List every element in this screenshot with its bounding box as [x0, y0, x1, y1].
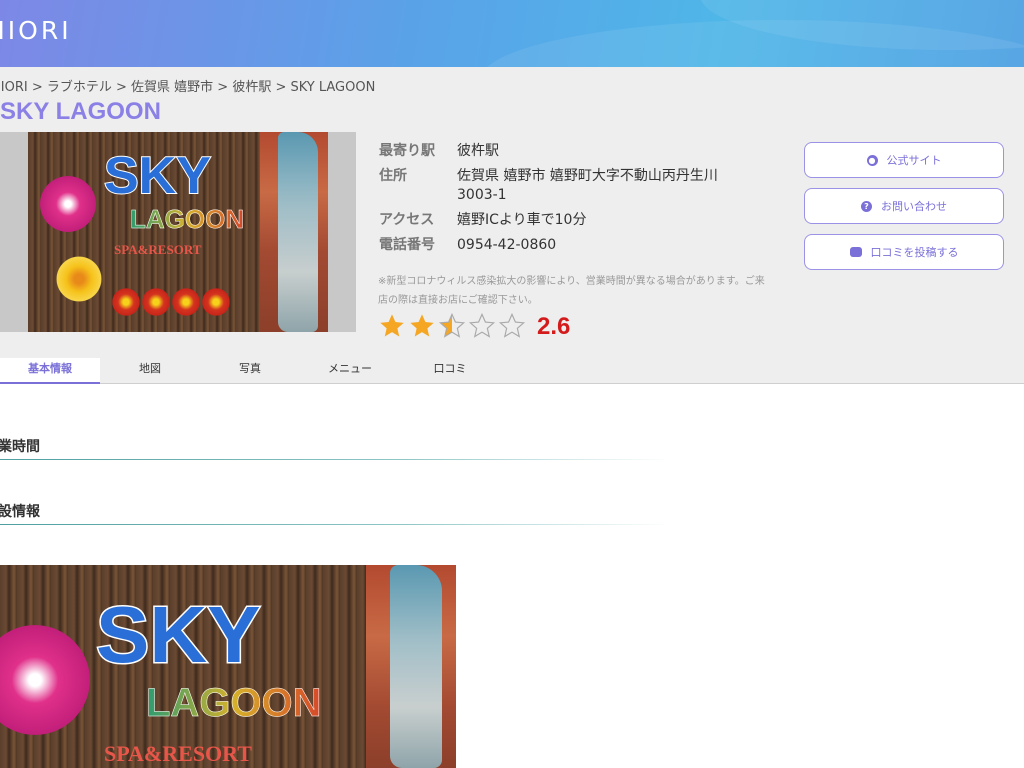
info-row-phone: 電話番号 0954-42-0860: [379, 236, 769, 255]
section-title-facility: 施設情報: [0, 504, 40, 520]
info-value: 嬉野ICより車で10分: [457, 212, 587, 228]
breadcrumb[interactable]: HIORI > ラブホテル > 佐賀県 嬉野市 > 彼杵駅 > SKY LAGO…: [0, 76, 375, 95]
signboard-image: SKY LAGOON SPA&RESORT: [28, 132, 328, 332]
rating-score: 2.6: [537, 313, 571, 340]
section-divider: [0, 524, 670, 525]
waterfall-decoration: [390, 565, 442, 768]
info-row-access: アクセス 嬉野ICより車で10分: [379, 211, 769, 230]
star-empty-icon: [498, 312, 528, 342]
flower-image: [112, 288, 140, 316]
tab-reviews[interactable]: 口コミ: [400, 358, 500, 384]
flower-image: [142, 288, 170, 316]
site-header: HIORI: [0, 0, 1024, 67]
button-label: お問い合わせ: [881, 200, 947, 213]
sign-spa-text: SPA&RESORT: [114, 242, 202, 257]
info-label: 電話番号: [379, 237, 435, 253]
star-full-icon: [378, 312, 408, 342]
question-icon: ?: [861, 200, 872, 212]
info-label: 最寄り駅: [379, 143, 435, 159]
official-site-button[interactable]: ● 公式サイト: [804, 142, 1004, 178]
post-review-button[interactable]: 口コミを投稿する: [804, 234, 1004, 270]
globe-icon: ●: [866, 154, 878, 166]
sign-lagoon-text: LAGOON: [146, 681, 322, 726]
info-label: 住所: [379, 168, 407, 184]
section-divider: [0, 459, 670, 460]
covid-notice: ※新型コロナウィルス感染拡大の影響により、営業時間が異なる場合があります。ご来店…: [378, 276, 765, 306]
hibiscus-image: [0, 625, 90, 735]
page-title: SKY LAGOON: [0, 98, 161, 125]
info-label: アクセス: [379, 212, 435, 228]
hotel-info-table: 最寄り駅 彼杵駅 住所 佐賀県 嬉野市 嬉野町大字不動山丙丹生川3003-1 ア…: [379, 142, 769, 261]
flower-image: [56, 256, 102, 302]
info-value: 彼杵駅: [457, 143, 499, 159]
button-label: 口コミを投稿する: [870, 246, 959, 259]
info-row-station: 最寄り駅 彼杵駅: [379, 142, 769, 161]
tab-basic-info[interactable]: 基本情報: [0, 358, 100, 384]
button-label: 公式サイト: [886, 154, 942, 167]
info-value[interactable]: 0954-42-0860: [457, 236, 762, 255]
sign-lagoon-text: LAGOON: [130, 204, 245, 235]
hotel-main-image: SKY LAGOON SPA&RESORT: [0, 132, 356, 332]
section-title-hours: 営業時間: [0, 439, 40, 455]
sign-sky-text: SKY: [103, 146, 212, 206]
info-row-address: 住所 佐賀県 嬉野市 嬉野町大字不動山丙丹生川3003-1: [379, 167, 769, 205]
tab-photos[interactable]: 写真: [200, 358, 300, 384]
inquiry-button[interactable]: ? お問い合わせ: [804, 188, 1004, 224]
tab-map[interactable]: 地図: [100, 358, 200, 384]
star-full-icon: [408, 312, 438, 342]
waterfall-decoration: [278, 132, 318, 332]
info-value: 佐賀県 嬉野市 嬉野町大字不動山丙丹生川3003-1: [457, 168, 718, 203]
flower-image: [172, 288, 200, 316]
site-logo[interactable]: HIORI: [0, 16, 72, 45]
star-half-icon: [438, 312, 468, 342]
star-empty-icon: [468, 312, 498, 342]
tab-menu[interactable]: メニュー: [300, 358, 400, 384]
comments-icon: [849, 247, 862, 257]
sign-sky-text: SKY: [95, 589, 262, 681]
sign-spa-text: SPA&RESORT: [104, 741, 252, 766]
detail-tabs: 基本情報 地図 写真 メニュー 口コミ: [0, 358, 500, 384]
hibiscus-image: [40, 176, 96, 232]
hotel-photo: SKY LAGOON SPA&RESORT: [0, 565, 456, 768]
rating-stars: 2.6: [378, 312, 570, 342]
flower-image: [202, 288, 230, 316]
